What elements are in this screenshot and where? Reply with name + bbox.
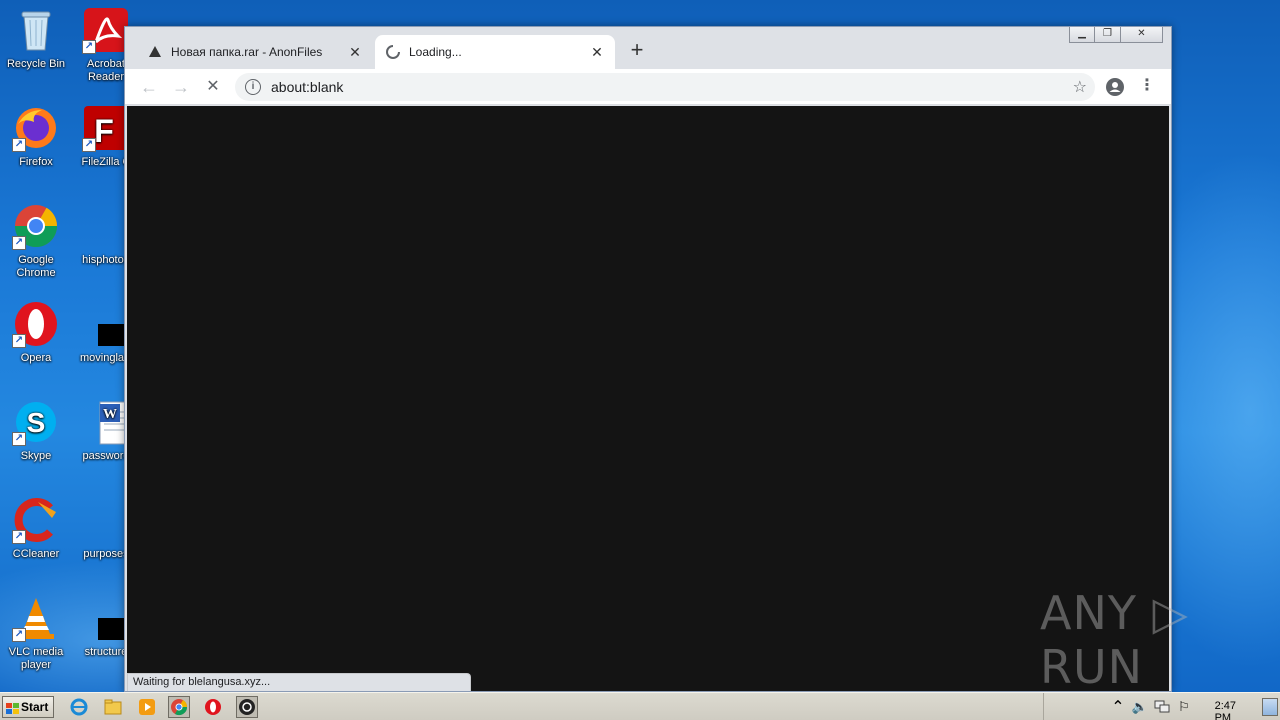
tray-divider <box>1043 693 1044 720</box>
desktop-icon-google-chrome[interactable]: ↗ Google Chrome <box>0 202 72 292</box>
opera-icon: ↗ <box>12 300 60 348</box>
acrobat-reader-icon: ↗ <box>82 6 130 54</box>
show-hidden-icons-icon[interactable]: ⌃ <box>1110 696 1126 718</box>
desktop-icon-recycle-bin[interactable]: Recycle Bin <box>0 6 72 96</box>
desktop-icon-label: VLC media player <box>8 646 64 671</box>
vlc-icon: ↗ <box>12 594 60 642</box>
desktop-icon-label: Google Chrome <box>16 254 56 279</box>
desktop-icon-vlc[interactable]: ↗ VLC media player <box>0 594 72 684</box>
desktop-icon-label: CCleaner <box>12 548 60 560</box>
address-bar[interactable]: i about:blank ☆ <box>235 73 1095 101</box>
back-button[interactable]: ← <box>137 75 161 99</box>
svg-text:W: W <box>103 407 117 422</box>
svg-text:F: F <box>94 113 114 149</box>
desktop-icon-label: purposes <box>83 548 129 560</box>
desktop-icon-label: Skype <box>20 450 52 462</box>
desktop-icon-label: Opera <box>20 352 52 364</box>
taskbar: Start ⌃ 🔈 ⚐ 2:47 PM <box>0 692 1280 720</box>
tab-title: Loading... <box>409 45 462 59</box>
close-tab-icon[interactable]: ✕ <box>347 44 363 60</box>
desktop-icon-opera[interactable]: ↗ Opera <box>0 300 72 390</box>
close-tab-icon[interactable]: ✕ <box>589 44 605 60</box>
tab-title: Новая папка.rar - AnonFiles <box>171 45 323 59</box>
desktop-icon-label: Firefox <box>19 156 53 168</box>
start-button[interactable]: Start <box>2 696 54 718</box>
tab-strip: Новая папка.rar - AnonFiles ✕ Loading...… <box>125 27 1171 69</box>
info-icon[interactable]: i <box>245 79 261 95</box>
filezilla-icon: F ↗ <box>82 104 130 152</box>
tab-anonfiles[interactable]: Новая папка.rar - AnonFiles ✕ <box>137 35 373 69</box>
windows-flag-icon <box>6 701 19 714</box>
taskbar-opera-icon[interactable] <box>202 696 224 718</box>
browser-window: Новая папка.rar - AnonFiles ✕ Loading...… <box>124 26 1172 692</box>
file-icon <box>82 594 134 642</box>
taskbar-ie-icon[interactable] <box>68 696 90 718</box>
file-icon <box>82 202 130 250</box>
anyrun-watermark: ANY ▷ RUN <box>1040 586 1189 694</box>
network-icon[interactable] <box>1154 696 1170 718</box>
word-document-icon: W <box>82 398 131 446</box>
action-center-flag-icon[interactable]: ⚐ <box>1176 696 1192 718</box>
forward-button[interactable]: → <box>169 75 193 99</box>
stop-loading-button[interactable]: ✕ <box>201 75 225 99</box>
desktop-icon-label: Recycle Bin <box>6 58 66 70</box>
status-bubble: Waiting for blelangusa.xyz... <box>127 673 471 691</box>
desktop-icon-skype[interactable]: S ↗ Skype <box>0 398 72 488</box>
desktop-icon-label: hisphotog <box>82 254 130 266</box>
page-content[interactable] <box>127 106 1169 691</box>
account-icon <box>1106 78 1124 96</box>
firefox-icon: ↗ <box>12 104 60 152</box>
recycle-bin-icon <box>12 6 60 54</box>
loading-spinner-icon <box>385 44 401 60</box>
file-icon <box>82 496 130 544</box>
taskbar-explorer-icon[interactable] <box>102 696 124 718</box>
restore-button[interactable]: ❐ <box>1095 27 1121 43</box>
window-controls: ▁ ❐ ✕ <box>1069 27 1163 43</box>
new-tab-button[interactable]: + <box>625 39 649 63</box>
tab-loading[interactable]: Loading... ✕ <box>375 35 615 69</box>
taskbar-media-player-icon[interactable] <box>136 696 158 718</box>
ccleaner-icon: ↗ <box>12 496 60 544</box>
clock[interactable]: 2:47 PM <box>1215 700 1236 720</box>
profile-button[interactable] <box>1105 77 1125 97</box>
taskbar-app-icon[interactable] <box>236 696 258 718</box>
start-label: Start <box>21 700 49 714</box>
chrome-icon: ↗ <box>12 202 60 250</box>
desktop-icon-label: structure <box>84 646 128 658</box>
bookmark-star-icon[interactable]: ☆ <box>1073 77 1087 97</box>
menu-button[interactable]: ⋮ <box>1137 77 1157 97</box>
anonfiles-favicon-icon <box>147 44 163 60</box>
show-desktop-button[interactable] <box>1262 698 1278 716</box>
file-icon <box>82 300 134 348</box>
close-window-button[interactable]: ✕ <box>1121 27 1163 43</box>
desktop-icon-firefox[interactable]: ↗ Firefox <box>0 104 72 194</box>
address-text: about:blank <box>271 79 344 95</box>
skype-icon: S ↗ <box>12 398 60 446</box>
volume-icon[interactable]: 🔈 <box>1132 696 1148 718</box>
browser-toolbar: ← → ✕ i about:blank ☆ ⋮ <box>125 69 1171 105</box>
desktop-icon-label: password <box>82 450 130 462</box>
taskbar-chrome-icon[interactable] <box>168 696 190 718</box>
svg-text:S: S <box>27 407 46 438</box>
desktop-icon-ccleaner[interactable]: ↗ CCleaner <box>0 496 72 586</box>
minimize-button[interactable]: ▁ <box>1069 27 1095 43</box>
